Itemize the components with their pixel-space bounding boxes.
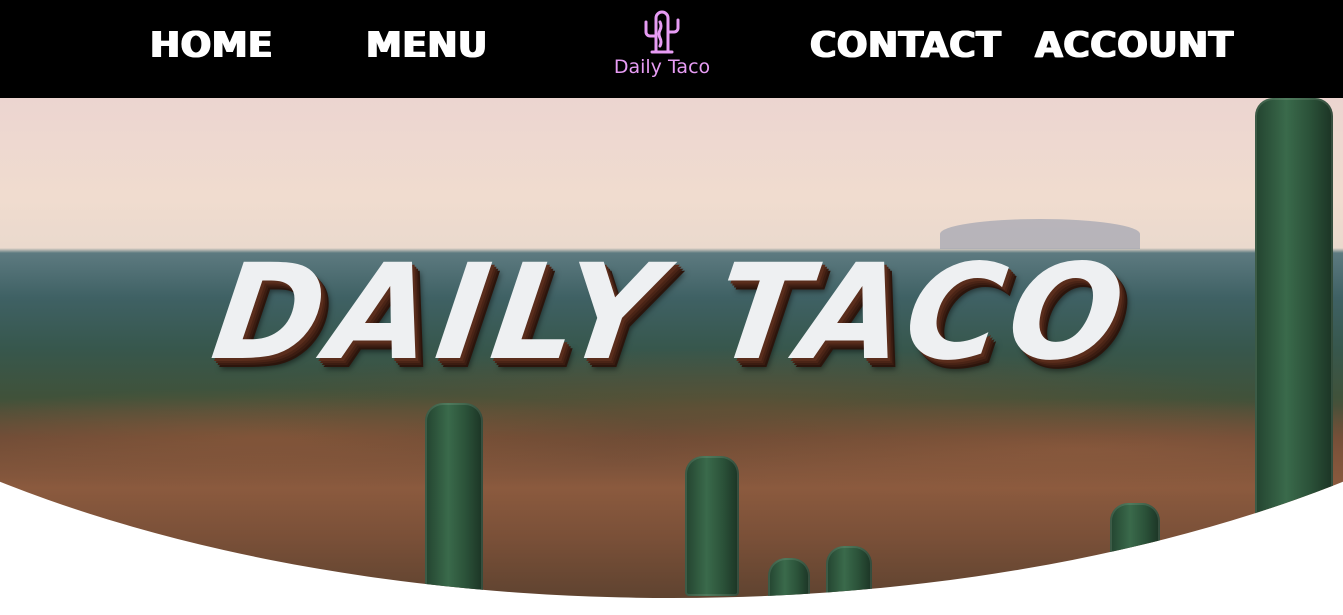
nav-contact-link[interactable]: CONTACT bbox=[810, 26, 1001, 66]
hero-banner: DAILY TACO bbox=[0, 98, 1343, 598]
cactus-small-right bbox=[1110, 503, 1160, 593]
hero-title: DAILY TACO bbox=[204, 236, 1139, 390]
cactus-center-left bbox=[425, 403, 483, 598]
logo-text: Daily Taco bbox=[613, 56, 711, 78]
cactus-small-2 bbox=[826, 546, 872, 598]
nav-account-link[interactable]: ACCOUNT bbox=[1035, 26, 1234, 66]
cactus-icon bbox=[644, 10, 680, 54]
cactus-center bbox=[685, 456, 739, 596]
site-logo[interactable]: Daily Taco bbox=[600, 10, 724, 86]
nav-home-link[interactable]: HOME bbox=[150, 26, 273, 66]
top-navbar: HOME MENU Daily Taco CONTACT ACCOUNT bbox=[0, 0, 1343, 98]
nav-menu-link[interactable]: MENU bbox=[366, 26, 488, 66]
cactus-small-1 bbox=[768, 558, 810, 598]
